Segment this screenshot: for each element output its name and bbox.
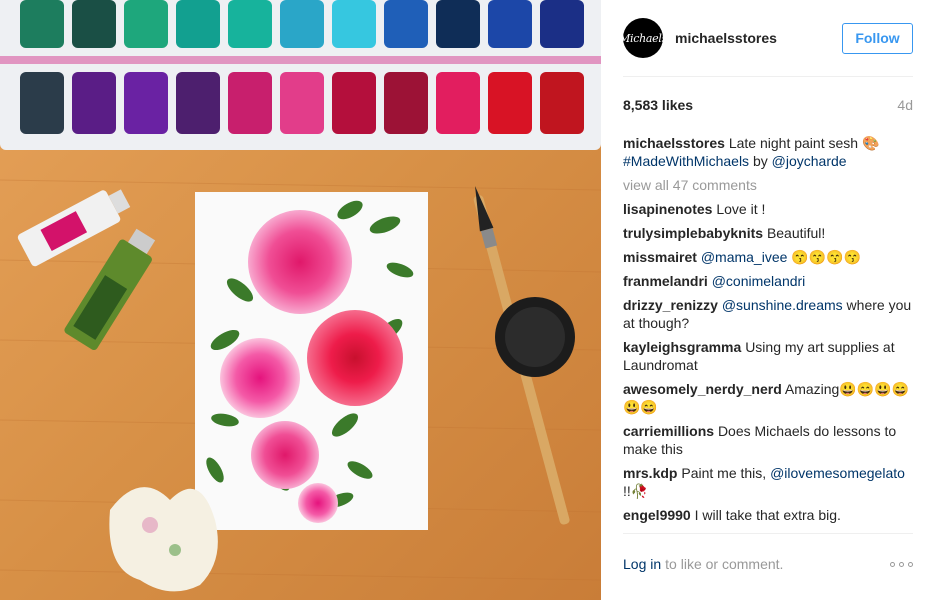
post-time[interactable]: 4d: [897, 97, 913, 113]
comment-username[interactable]: engel9990: [623, 507, 691, 523]
comment-item: carriemillions Does Michaels do lessons …: [623, 422, 913, 458]
caption-emoji: 🎨: [861, 135, 880, 151]
comment-text: Paint me this,: [681, 465, 767, 481]
comment-username[interactable]: franmelandri: [623, 273, 708, 289]
comment-item: awesomely_nerdy_nerd Amazing😃😄😃😄😃😄: [623, 380, 913, 416]
comment-username[interactable]: kayleighsgramma: [623, 339, 741, 355]
comment-mention[interactable]: @ilovemesomegelato: [770, 465, 905, 481]
comment-text: 😙😙😙😙: [791, 249, 862, 265]
comment-list: lisapinenotes Love it ! trulysimplebabykn…: [623, 200, 913, 524]
comment-item: kayleighsgramma Using my art supplies at…: [623, 338, 913, 374]
caption-mention[interactable]: @joycharde: [772, 153, 847, 169]
post-header: Michaels michaelsstores Follow: [619, 16, 913, 60]
post-meta: 8,583 likes 4d: [623, 97, 913, 113]
comment-username[interactable]: missmairet: [623, 249, 697, 265]
comment-item: franmelandri @conimelandri: [623, 272, 913, 290]
post-sidebar: Michaels michaelsstores Follow 8,583 lik…: [601, 0, 937, 600]
comment-item: drizzy_renizzy @sunshine.dreams where yo…: [623, 296, 913, 332]
comment-username[interactable]: trulysimplebabyknits: [623, 225, 763, 241]
caption-username[interactable]: michaelsstores: [623, 135, 725, 151]
more-options-icon[interactable]: [890, 561, 913, 567]
comment-item: mrs.kdp Paint me this, @ilovemesomegelat…: [623, 464, 913, 500]
post-username[interactable]: michaelsstores: [675, 30, 842, 46]
comment-username[interactable]: mrs.kdp: [623, 465, 677, 481]
comment-item: missmairet @mama_ivee 😙😙😙😙: [623, 248, 913, 266]
comment-username[interactable]: awesomely_nerdy_nerd: [623, 381, 782, 397]
comment-text: I will take that extra big.: [694, 507, 841, 523]
caption: michaelsstores Late night paint sesh 🎨 #…: [623, 134, 913, 170]
follow-button[interactable]: Follow: [842, 22, 913, 54]
comment-mention[interactable]: @mama_ivee: [701, 249, 788, 265]
comment-mention[interactable]: @sunshine.dreams: [722, 297, 843, 313]
caption-hashtag[interactable]: #MadeWithMichaels: [623, 153, 749, 169]
watercolor-painting-image: [0, 0, 601, 600]
likes-count[interactable]: 8,583 likes: [623, 97, 693, 113]
comment-username[interactable]: carriemillions: [623, 423, 714, 439]
divider: [623, 76, 913, 77]
caption-text: Late night paint sesh: [728, 135, 859, 151]
caption-by: by: [752, 153, 768, 169]
login-prompt-text: to like or comment.: [665, 556, 784, 572]
comment-mention[interactable]: @conimelandri: [712, 273, 806, 289]
comment-text: !!🥀: [623, 483, 649, 499]
view-all-comments-link[interactable]: view all 47 comments: [623, 176, 913, 194]
divider: [623, 533, 913, 534]
login-link[interactable]: Log in: [623, 556, 661, 572]
comment-username[interactable]: lisapinenotes: [623, 201, 712, 217]
comment-text: Beautiful!: [766, 225, 826, 241]
avatar[interactable]: Michaels: [619, 18, 667, 58]
comment-item: engel9990 I will take that extra big.: [623, 506, 913, 524]
post-photo[interactable]: [0, 0, 601, 600]
avatar-logo-text: Michaels: [619, 31, 667, 45]
post-footer: Log in to like or comment.: [623, 556, 913, 572]
comments-section[interactable]: michaelsstores Late night paint sesh 🎨 #…: [623, 134, 913, 532]
comment-item: trulysimplebabyknits Beautiful!: [623, 224, 913, 242]
comment-username[interactable]: drizzy_renizzy: [623, 297, 718, 313]
comment-text: Love it !: [716, 201, 766, 217]
comment-item: lisapinenotes Love it !: [623, 200, 913, 218]
